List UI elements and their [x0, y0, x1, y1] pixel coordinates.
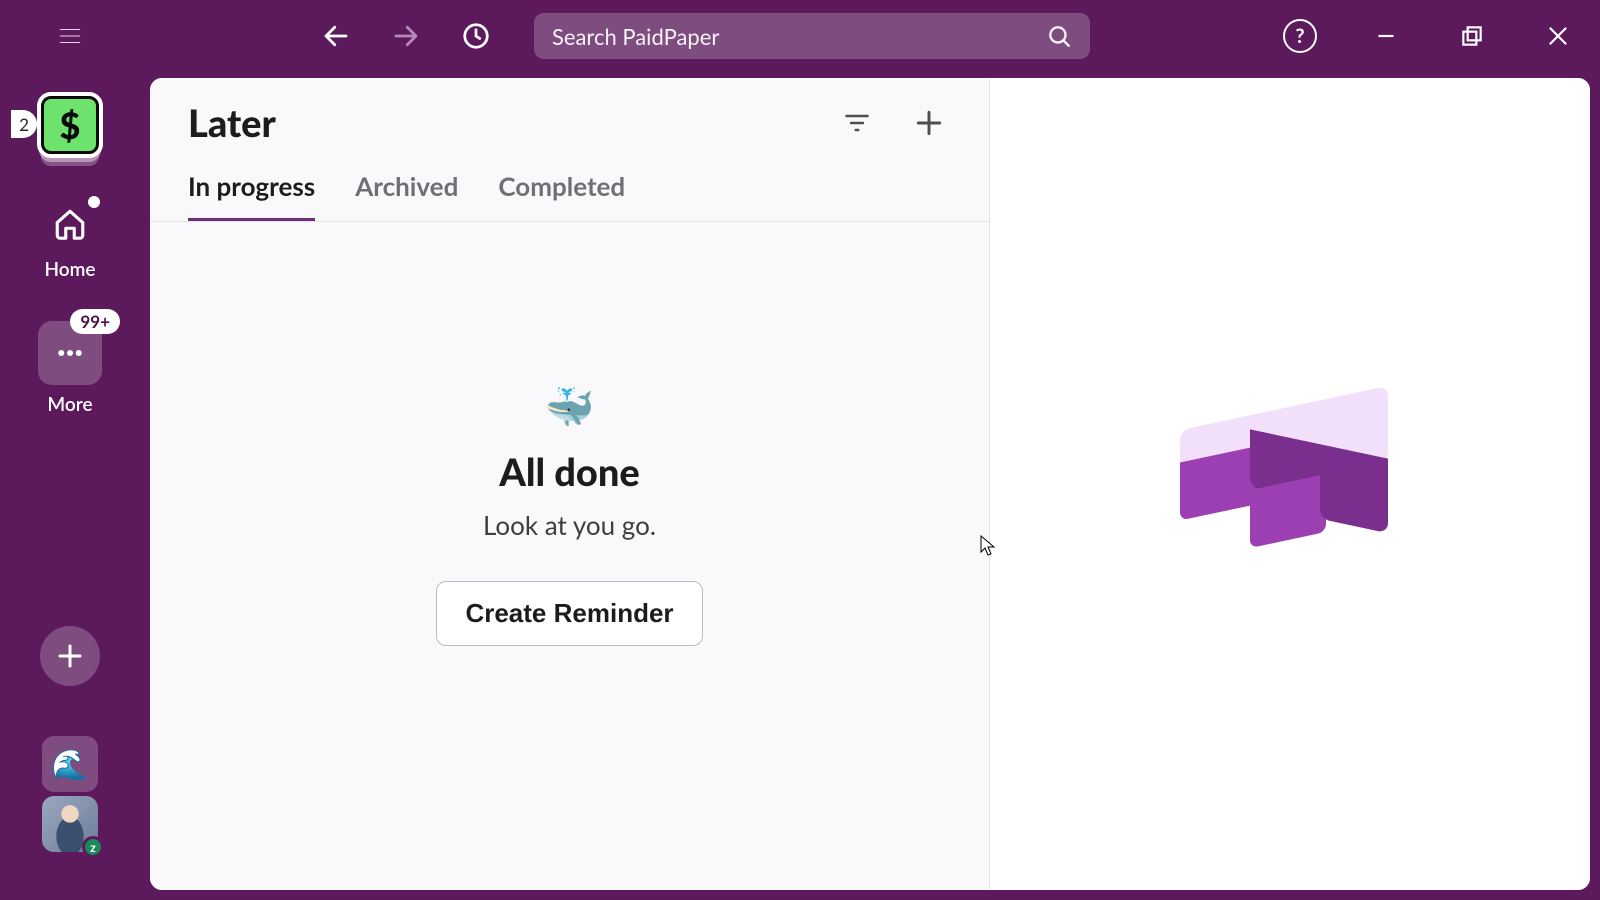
user-avatar-button[interactable]: z: [42, 796, 98, 852]
search-placeholder: Search PaidPaper: [552, 23, 719, 50]
arrow-right-icon: [391, 21, 421, 51]
nav-home[interactable]: Home: [44, 198, 96, 281]
ellipsis-icon: [55, 338, 85, 368]
minimize-icon: [1373, 23, 1399, 49]
nav-more[interactable]: 99+ More: [38, 321, 102, 416]
filter-icon: [843, 109, 871, 137]
more-badge: 99+: [70, 309, 120, 334]
window-maximize-button[interactable]: [1452, 16, 1492, 56]
page-title: Later: [188, 100, 276, 146]
later-panel: Later In progress Archived Completed 🐳 A…: [150, 78, 990, 890]
plus-icon: [913, 107, 945, 139]
workspace-switcher[interactable]: 2 $: [37, 92, 103, 158]
arrow-left-icon: [321, 21, 351, 51]
maximize-icon: [1459, 23, 1485, 49]
compose-button[interactable]: [40, 626, 100, 686]
filter-button[interactable]: [835, 101, 879, 145]
detail-placeholder: [990, 78, 1590, 890]
empty-heading: All done: [499, 449, 640, 495]
custom-status-button[interactable]: 🌊: [42, 736, 98, 792]
hamburger-icon: [57, 23, 83, 49]
home-icon: [53, 207, 87, 241]
home-notification-dot: [88, 196, 100, 208]
tab-in-progress[interactable]: In progress: [188, 170, 315, 221]
workspace-icon: $: [41, 96, 99, 154]
window-controls: ?: [1280, 0, 1578, 72]
clock-icon: [461, 21, 491, 51]
search-icon: [1046, 23, 1072, 49]
add-item-button[interactable]: [907, 101, 951, 145]
global-search[interactable]: Search PaidPaper: [534, 13, 1090, 59]
help-button[interactable]: ?: [1280, 16, 1320, 56]
help-icon: ?: [1283, 19, 1317, 53]
workspace-badge: 2: [11, 110, 37, 138]
whale-icon: 🐳: [545, 382, 595, 431]
empty-subtext: Look at you go.: [483, 509, 656, 541]
window-close-button[interactable]: [1538, 16, 1578, 56]
tab-archived[interactable]: Archived: [355, 170, 458, 221]
title-bar: Search PaidPaper ?: [0, 0, 1600, 72]
plus-icon: [55, 641, 85, 671]
create-reminder-button[interactable]: Create Reminder: [436, 581, 702, 646]
app-menu-button[interactable]: [46, 12, 94, 60]
left-rail: 2 $ Home 99+ More 🌊 z: [0, 72, 140, 900]
later-empty-state: 🐳 All done Look at you go. Create Remind…: [150, 222, 989, 890]
placeholder-graphic: [1180, 404, 1400, 564]
presence-badge: z: [82, 836, 104, 858]
nav-more-label: More: [38, 393, 102, 416]
tab-completed[interactable]: Completed: [498, 170, 625, 221]
history-nav: [314, 14, 498, 58]
status-emoji-icon: 🌊: [51, 746, 88, 783]
nav-forward-button[interactable]: [384, 14, 428, 58]
nav-home-label: Home: [44, 258, 96, 281]
history-button[interactable]: [454, 14, 498, 58]
nav-back-button[interactable]: [314, 14, 358, 58]
close-icon: [1545, 23, 1571, 49]
later-tabs: In progress Archived Completed: [150, 146, 989, 222]
content-area: Later In progress Archived Completed 🐳 A…: [150, 78, 1590, 890]
window-minimize-button[interactable]: [1366, 16, 1406, 56]
